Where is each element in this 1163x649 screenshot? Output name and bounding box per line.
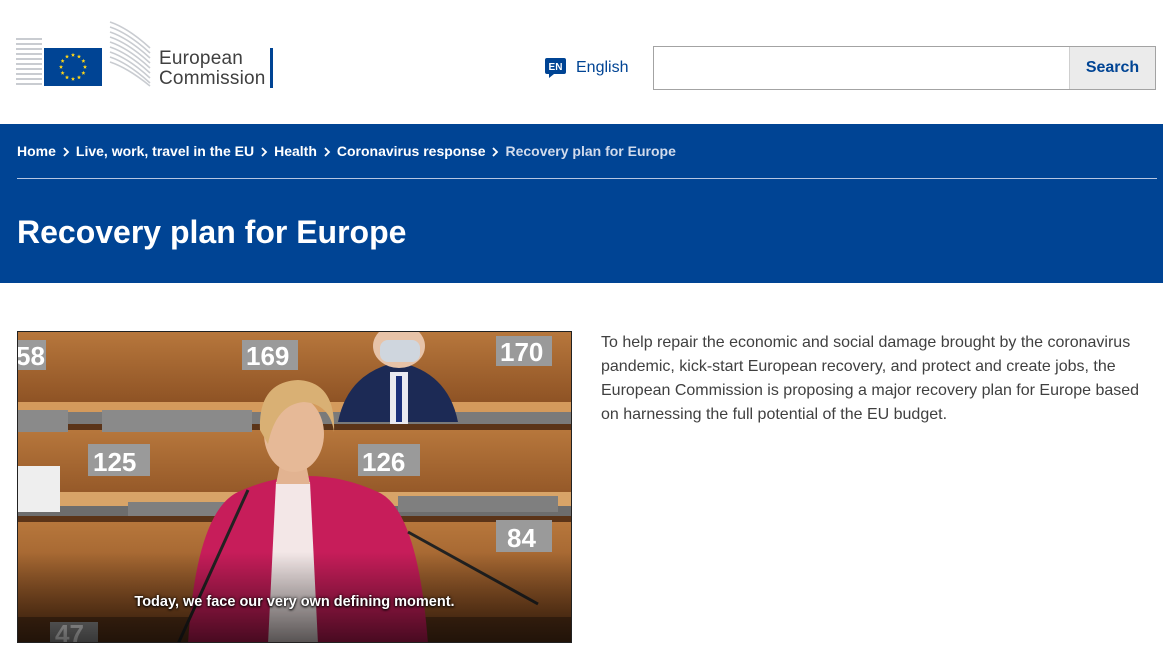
site-header: European Commission EN English Search — [0, 0, 1163, 124]
language-code: EN — [549, 62, 563, 73]
video-caption: Today, we face our very own defining mom… — [134, 594, 455, 610]
seat-number: 126 — [362, 447, 405, 477]
european-commission-logo[interactable]: European Commission — [16, 18, 278, 90]
banner-divider — [17, 178, 1157, 179]
logo-text-line1: European — [159, 48, 244, 69]
seat-number: 169 — [246, 341, 289, 371]
language-label: English — [576, 59, 629, 76]
logo-divider — [270, 48, 273, 88]
breadcrumb: Home Live, work, travel in the EU Health… — [17, 143, 676, 159]
seat-number: 125 — [93, 447, 136, 477]
chevron-right-icon — [56, 143, 76, 159]
breadcrumb-health[interactable]: Health — [274, 143, 317, 159]
video-player[interactable]: 58 169 170 125 126 84 47 — [17, 331, 572, 643]
language-selector[interactable]: EN English — [544, 57, 628, 79]
search-input[interactable] — [654, 47, 1069, 89]
breadcrumb-coronavirus-response[interactable]: Coronavirus response — [337, 143, 486, 159]
chevron-right-icon — [254, 143, 274, 159]
intro-paragraph: To help repair the economic and social d… — [601, 334, 1140, 423]
chevron-right-icon — [317, 143, 337, 159]
logo-text-line2: Commission — [159, 68, 266, 89]
search-button[interactable]: Search — [1069, 47, 1155, 89]
search-form: Search — [653, 46, 1156, 90]
page-title: Recovery plan for Europe — [17, 214, 407, 250]
language-bubble-icon: EN — [544, 57, 567, 79]
seat-number: 84 — [507, 523, 536, 553]
breadcrumb-home[interactable]: Home — [17, 143, 56, 159]
breadcrumb-live-work-travel[interactable]: Live, work, travel in the EU — [76, 143, 254, 159]
chevron-right-icon — [485, 143, 505, 159]
page-banner: Home Live, work, travel in the EU Health… — [0, 124, 1163, 283]
seat-number: 58 — [18, 341, 45, 371]
eu-flag-icon — [16, 21, 151, 87]
breadcrumb-current: Recovery plan for Europe — [505, 143, 676, 159]
seat-number: 170 — [500, 337, 543, 367]
